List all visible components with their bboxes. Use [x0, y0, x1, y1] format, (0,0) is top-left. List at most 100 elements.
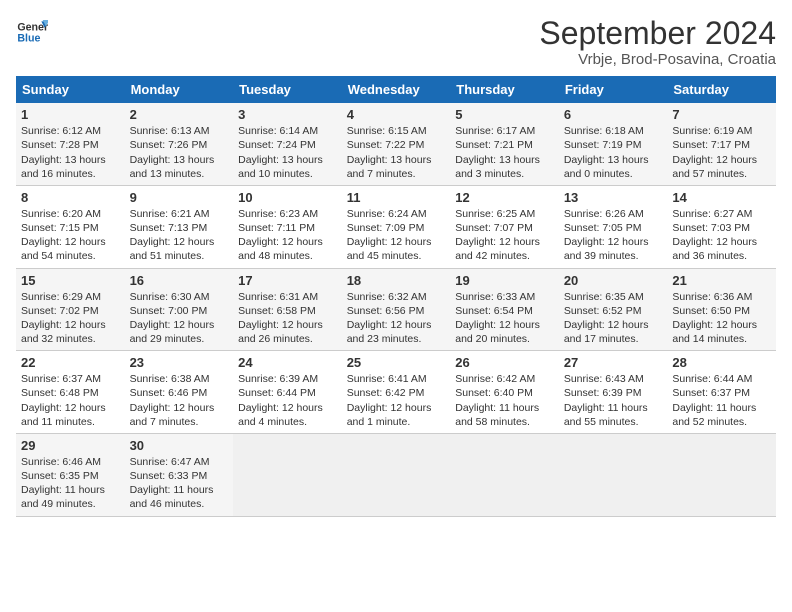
day-number: 19 [455, 273, 554, 288]
day-detail: Sunrise: 6:21 AMSunset: 7:13 PMDaylight:… [130, 207, 229, 264]
day-detail: Sunrise: 6:13 AMSunset: 7:26 PMDaylight:… [130, 124, 229, 181]
logo-icon: General Blue [16, 16, 48, 48]
header-wednesday: Wednesday [342, 76, 451, 103]
calendar-cell: 21 Sunrise: 6:36 AMSunset: 6:50 PMDaylig… [667, 268, 776, 351]
day-number: 2 [130, 107, 229, 122]
header-sunday: Sunday [16, 76, 125, 103]
calendar-cell [450, 433, 559, 516]
calendar-cell: 20 Sunrise: 6:35 AMSunset: 6:52 PMDaylig… [559, 268, 668, 351]
title-block: September 2024 Vrbje, Brod-Posavina, Cro… [539, 16, 776, 68]
calendar-cell: 11 Sunrise: 6:24 AMSunset: 7:09 PMDaylig… [342, 185, 451, 268]
day-detail: Sunrise: 6:25 AMSunset: 7:07 PMDaylight:… [455, 207, 554, 264]
day-detail: Sunrise: 6:43 AMSunset: 6:39 PMDaylight:… [564, 372, 663, 429]
day-number: 8 [21, 190, 120, 205]
day-detail: Sunrise: 6:26 AMSunset: 7:05 PMDaylight:… [564, 207, 663, 264]
day-detail: Sunrise: 6:37 AMSunset: 6:48 PMDaylight:… [21, 372, 120, 429]
day-detail: Sunrise: 6:30 AMSunset: 7:00 PMDaylight:… [130, 290, 229, 347]
header-monday: Monday [125, 76, 234, 103]
calendar-week-1: 1 Sunrise: 6:12 AMSunset: 7:28 PMDayligh… [16, 103, 776, 185]
day-number: 12 [455, 190, 554, 205]
day-detail: Sunrise: 6:46 AMSunset: 6:35 PMDaylight:… [21, 455, 120, 512]
day-number: 1 [21, 107, 120, 122]
calendar-cell: 7 Sunrise: 6:19 AMSunset: 7:17 PMDayligh… [667, 103, 776, 185]
calendar-cell: 12 Sunrise: 6:25 AMSunset: 7:07 PMDaylig… [450, 185, 559, 268]
calendar-cell: 9 Sunrise: 6:21 AMSunset: 7:13 PMDayligh… [125, 185, 234, 268]
calendar-cell: 29 Sunrise: 6:46 AMSunset: 6:35 PMDaylig… [16, 433, 125, 516]
day-number: 17 [238, 273, 337, 288]
calendar-cell: 14 Sunrise: 6:27 AMSunset: 7:03 PMDaylig… [667, 185, 776, 268]
calendar-cell: 13 Sunrise: 6:26 AMSunset: 7:05 PMDaylig… [559, 185, 668, 268]
day-number: 16 [130, 273, 229, 288]
day-number: 25 [347, 355, 446, 370]
calendar-cell: 19 Sunrise: 6:33 AMSunset: 6:54 PMDaylig… [450, 268, 559, 351]
day-detail: Sunrise: 6:38 AMSunset: 6:46 PMDaylight:… [130, 372, 229, 429]
logo: General Blue [16, 16, 48, 48]
day-detail: Sunrise: 6:33 AMSunset: 6:54 PMDaylight:… [455, 290, 554, 347]
day-detail: Sunrise: 6:18 AMSunset: 7:19 PMDaylight:… [564, 124, 663, 181]
calendar-cell: 26 Sunrise: 6:42 AMSunset: 6:40 PMDaylig… [450, 351, 559, 434]
day-number: 5 [455, 107, 554, 122]
day-number: 7 [672, 107, 771, 122]
calendar-cell: 30 Sunrise: 6:47 AMSunset: 6:33 PMDaylig… [125, 433, 234, 516]
page-subtitle: Vrbje, Brod-Posavina, Croatia [539, 51, 776, 68]
day-number: 23 [130, 355, 229, 370]
day-number: 24 [238, 355, 337, 370]
day-detail: Sunrise: 6:23 AMSunset: 7:11 PMDaylight:… [238, 207, 337, 264]
calendar-cell: 15 Sunrise: 6:29 AMSunset: 7:02 PMDaylig… [16, 268, 125, 351]
day-number: 20 [564, 273, 663, 288]
day-detail: Sunrise: 6:41 AMSunset: 6:42 PMDaylight:… [347, 372, 446, 429]
calendar-cell: 2 Sunrise: 6:13 AMSunset: 7:26 PMDayligh… [125, 103, 234, 185]
day-detail: Sunrise: 6:32 AMSunset: 6:56 PMDaylight:… [347, 290, 446, 347]
day-number: 10 [238, 190, 337, 205]
day-detail: Sunrise: 6:47 AMSunset: 6:33 PMDaylight:… [130, 455, 229, 512]
day-number: 6 [564, 107, 663, 122]
calendar-header: SundayMondayTuesdayWednesdayThursdayFrid… [16, 76, 776, 103]
day-detail: Sunrise: 6:19 AMSunset: 7:17 PMDaylight:… [672, 124, 771, 181]
day-detail: Sunrise: 6:20 AMSunset: 7:15 PMDaylight:… [21, 207, 120, 264]
calendar-week-3: 15 Sunrise: 6:29 AMSunset: 7:02 PMDaylig… [16, 268, 776, 351]
calendar-cell: 1 Sunrise: 6:12 AMSunset: 7:28 PMDayligh… [16, 103, 125, 185]
calendar-cell: 23 Sunrise: 6:38 AMSunset: 6:46 PMDaylig… [125, 351, 234, 434]
calendar-cell: 17 Sunrise: 6:31 AMSunset: 6:58 PMDaylig… [233, 268, 342, 351]
day-detail: Sunrise: 6:44 AMSunset: 6:37 PMDaylight:… [672, 372, 771, 429]
calendar-cell: 24 Sunrise: 6:39 AMSunset: 6:44 PMDaylig… [233, 351, 342, 434]
day-number: 22 [21, 355, 120, 370]
calendar-cell: 8 Sunrise: 6:20 AMSunset: 7:15 PMDayligh… [16, 185, 125, 268]
day-detail: Sunrise: 6:35 AMSunset: 6:52 PMDaylight:… [564, 290, 663, 347]
day-number: 13 [564, 190, 663, 205]
calendar-table: SundayMondayTuesdayWednesdayThursdayFrid… [16, 76, 776, 516]
day-number: 26 [455, 355, 554, 370]
day-detail: Sunrise: 6:39 AMSunset: 6:44 PMDaylight:… [238, 372, 337, 429]
calendar-week-5: 29 Sunrise: 6:46 AMSunset: 6:35 PMDaylig… [16, 433, 776, 516]
day-detail: Sunrise: 6:36 AMSunset: 6:50 PMDaylight:… [672, 290, 771, 347]
calendar-cell: 25 Sunrise: 6:41 AMSunset: 6:42 PMDaylig… [342, 351, 451, 434]
day-detail: Sunrise: 6:12 AMSunset: 7:28 PMDaylight:… [21, 124, 120, 181]
day-detail: Sunrise: 6:42 AMSunset: 6:40 PMDaylight:… [455, 372, 554, 429]
calendar-cell: 6 Sunrise: 6:18 AMSunset: 7:19 PMDayligh… [559, 103, 668, 185]
calendar-cell: 3 Sunrise: 6:14 AMSunset: 7:24 PMDayligh… [233, 103, 342, 185]
day-number: 3 [238, 107, 337, 122]
calendar-cell: 22 Sunrise: 6:37 AMSunset: 6:48 PMDaylig… [16, 351, 125, 434]
calendar-cell: 18 Sunrise: 6:32 AMSunset: 6:56 PMDaylig… [342, 268, 451, 351]
day-number: 14 [672, 190, 771, 205]
day-detail: Sunrise: 6:15 AMSunset: 7:22 PMDaylight:… [347, 124, 446, 181]
calendar-week-2: 8 Sunrise: 6:20 AMSunset: 7:15 PMDayligh… [16, 185, 776, 268]
day-detail: Sunrise: 6:27 AMSunset: 7:03 PMDaylight:… [672, 207, 771, 264]
day-number: 18 [347, 273, 446, 288]
calendar-cell [342, 433, 451, 516]
day-number: 29 [21, 438, 120, 453]
calendar-cell: 4 Sunrise: 6:15 AMSunset: 7:22 PMDayligh… [342, 103, 451, 185]
calendar-cell [559, 433, 668, 516]
day-number: 15 [21, 273, 120, 288]
day-detail: Sunrise: 6:14 AMSunset: 7:24 PMDaylight:… [238, 124, 337, 181]
calendar-cell: 16 Sunrise: 6:30 AMSunset: 7:00 PMDaylig… [125, 268, 234, 351]
calendar-cell: 27 Sunrise: 6:43 AMSunset: 6:39 PMDaylig… [559, 351, 668, 434]
calendar-cell: 5 Sunrise: 6:17 AMSunset: 7:21 PMDayligh… [450, 103, 559, 185]
day-number: 21 [672, 273, 771, 288]
calendar-cell [233, 433, 342, 516]
day-detail: Sunrise: 6:31 AMSunset: 6:58 PMDaylight:… [238, 290, 337, 347]
header-saturday: Saturday [667, 76, 776, 103]
header-thursday: Thursday [450, 76, 559, 103]
day-number: 30 [130, 438, 229, 453]
calendar-week-4: 22 Sunrise: 6:37 AMSunset: 6:48 PMDaylig… [16, 351, 776, 434]
